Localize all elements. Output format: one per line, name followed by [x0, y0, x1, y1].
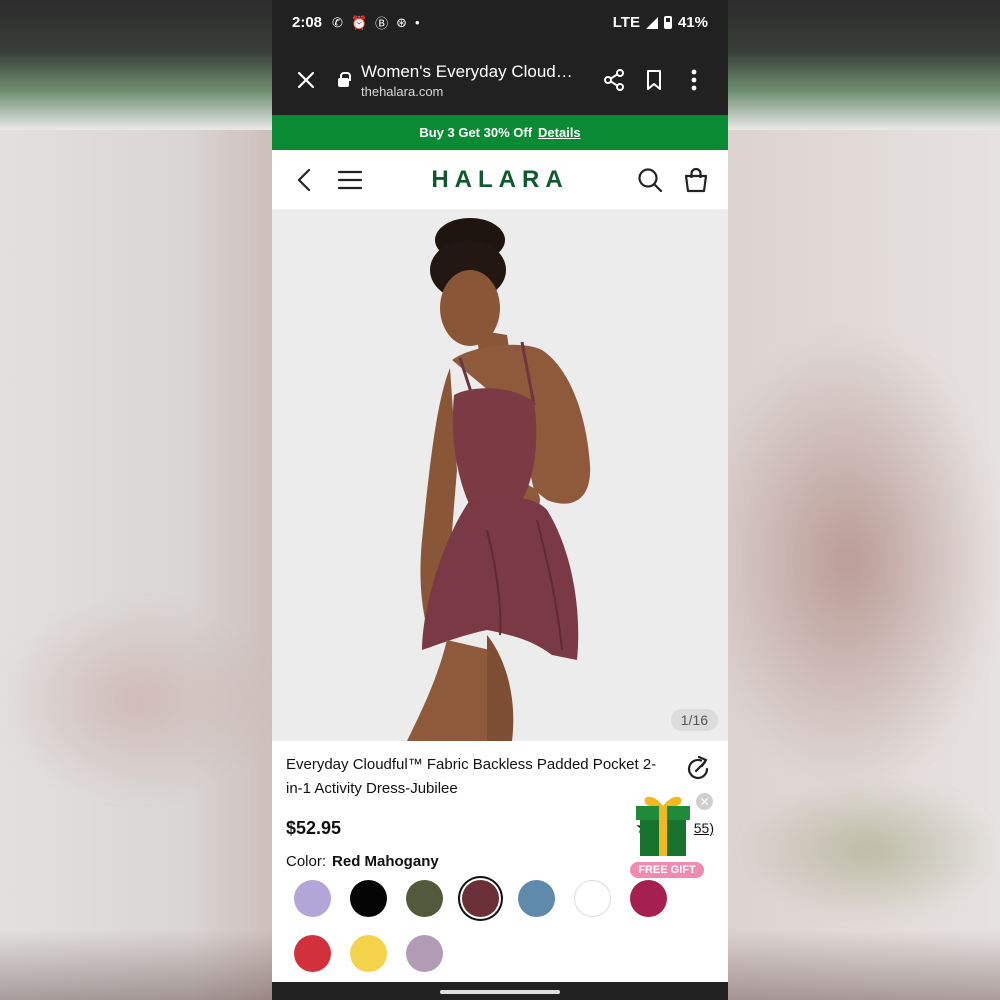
url-bar[interactable]: Women's Everyday Cloudful™ Fabric Backle… — [334, 62, 594, 99]
chevron-left-icon — [297, 168, 311, 191]
hamburger-menu-icon — [338, 170, 362, 189]
status-time: 2:08 — [292, 14, 323, 31]
app-notification-icon: Ⓑ — [375, 16, 389, 31]
promo-banner: Buy 3 Get 30% Off Details — [272, 115, 728, 150]
battery-percent: 41% — [677, 14, 708, 31]
color-swatch-white[interactable] — [574, 880, 611, 917]
share-arrow-icon — [687, 755, 709, 780]
promo-text: Buy 3 Get 30% Off — [419, 125, 533, 140]
image-counter: 1/16 — [670, 709, 718, 731]
color-swatch-red[interactable] — [294, 935, 331, 972]
brand-logo[interactable]: HALARA — [366, 166, 634, 194]
bookmark-icon — [647, 70, 661, 90]
more-notifications-dot: • — [415, 15, 420, 30]
bookmark-button[interactable] — [634, 60, 674, 100]
free-gift-label: FREE GIFT — [628, 860, 706, 880]
menu-button[interactable] — [334, 164, 366, 196]
more-vert-icon — [691, 69, 697, 91]
close-tab-button[interactable] — [286, 60, 326, 100]
signal-icon — [645, 16, 658, 29]
product-photo — [272, 210, 728, 741]
share-icon — [604, 69, 624, 91]
network-type: LTE — [612, 14, 640, 31]
product-image-carousel[interactable]: 1/16 — [272, 210, 728, 741]
site-header: HALARA — [272, 150, 728, 210]
product-title: Everyday Cloudful™ Fabric Backless Padde… — [286, 756, 657, 797]
color-swatch-yellow[interactable] — [350, 935, 387, 972]
page-title: Women's Everyday Cloudful™ Fabric Backle… — [361, 61, 576, 81]
gift-box-icon — [636, 796, 690, 856]
color-swatch-olive[interactable] — [406, 880, 443, 917]
close-gift-button[interactable]: ✕ — [696, 793, 713, 810]
gesture-nav-bar — [272, 982, 728, 1000]
color-swatch-red-mahogany[interactable] — [462, 880, 499, 917]
battery-icon — [663, 16, 672, 29]
status-bar: 2:08 ✆ ⏰ Ⓑ ⊛ • LTE 41% — [272, 0, 728, 45]
color-swatch-blue[interactable] — [518, 880, 555, 917]
alarm-icon: ⏰ — [350, 14, 368, 30]
back-button[interactable] — [288, 164, 320, 196]
share-button[interactable] — [594, 60, 634, 100]
browser-toolbar: Women's Everyday Cloudful™ Fabric Backle… — [272, 45, 728, 115]
search-icon — [638, 167, 663, 192]
cart-button[interactable] — [680, 164, 712, 196]
color-label: Color: — [286, 853, 327, 870]
color-swatch-lavender[interactable] — [294, 880, 331, 917]
home-handle[interactable] — [440, 990, 560, 994]
phone-screen: 2:08 ✆ ⏰ Ⓑ ⊛ • LTE 41% Women's Everyday … — [272, 0, 728, 1000]
color-swatches — [286, 880, 714, 972]
product-price: $52.95 — [286, 817, 342, 838]
color-swatch-mauve[interactable] — [406, 935, 443, 972]
search-button[interactable] — [634, 164, 666, 196]
lock-icon — [338, 71, 351, 87]
app-notification-icon: ⊛ — [396, 14, 408, 30]
shopping-bag-icon — [684, 167, 708, 192]
missed-call-icon: ✆ — [332, 14, 343, 30]
share-product-button[interactable] — [684, 755, 714, 785]
promo-details-link[interactable]: Details — [538, 125, 581, 140]
color-swatch-raspberry[interactable] — [630, 880, 667, 917]
close-icon — [297, 71, 315, 89]
page-url: thehalara.com — [361, 83, 444, 99]
selected-color-name: Red Mahogany — [332, 853, 439, 870]
color-swatch-black[interactable] — [350, 880, 387, 917]
more-options-button[interactable] — [674, 60, 714, 100]
